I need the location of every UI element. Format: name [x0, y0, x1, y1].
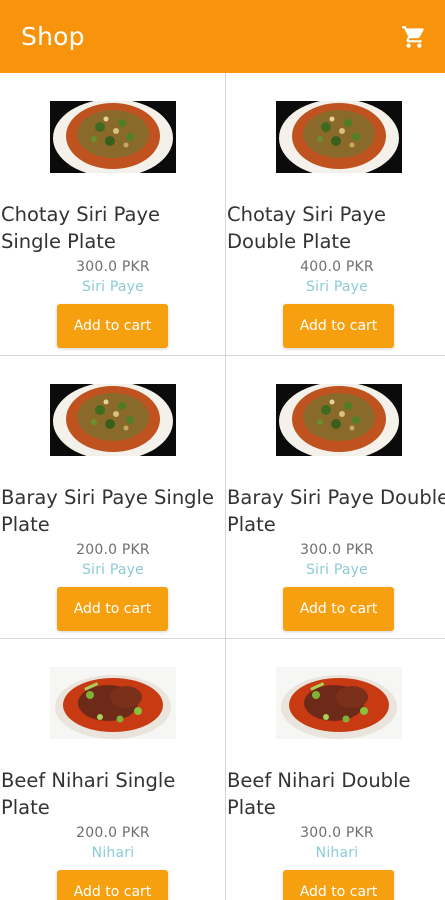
product-category[interactable]: Nihari — [0, 845, 225, 861]
product-card[interactable]: Beef Nihari Double Plate 300.0 PKR Nihar… — [226, 639, 445, 900]
add-to-cart-button[interactable]: Add to cart — [283, 870, 394, 900]
add-to-cart-button[interactable]: Add to cart — [57, 870, 168, 900]
product-price: 200.0 PKR — [76, 542, 150, 558]
product-category[interactable]: Nihari — [226, 845, 445, 861]
product-card[interactable]: Baray Siri Paye Single Plate 200.0 PKR S… — [0, 356, 226, 639]
product-name[interactable]: Beef Nihari Single Plate — [1, 767, 223, 821]
add-to-cart-button[interactable]: Add to cart — [283, 304, 394, 348]
product-image — [276, 384, 402, 456]
product-image — [50, 384, 176, 456]
product-image — [276, 101, 402, 173]
app-bar: Shop — [0, 0, 445, 73]
product-card[interactable]: Beef Nihari Single Plate 200.0 PKR Nihar… — [0, 639, 226, 900]
add-to-cart-button[interactable]: Add to cart — [283, 587, 394, 631]
product-price: 200.0 PKR — [76, 825, 150, 841]
product-card[interactable]: Chotay Siri Paye Single Plate 300.0 PKR … — [0, 73, 226, 356]
product-name[interactable]: Chotay Siri Paye Single Plate — [1, 201, 223, 255]
product-name[interactable]: Baray Siri Paye Double Plate — [227, 484, 445, 538]
add-to-cart-button[interactable]: Add to cart — [57, 587, 168, 631]
product-category[interactable]: Siri Paye — [226, 279, 445, 295]
product-card[interactable]: Chotay Siri Paye Double Plate 400.0 PKR … — [226, 73, 445, 356]
add-to-cart-button[interactable]: Add to cart — [57, 304, 168, 348]
product-name[interactable]: Chotay Siri Paye Double Plate — [227, 201, 445, 255]
product-image — [50, 101, 176, 173]
product-name[interactable]: Beef Nihari Double Plate — [227, 767, 445, 821]
product-category[interactable]: Siri Paye — [0, 279, 225, 295]
product-card[interactable]: Baray Siri Paye Double Plate 300.0 PKR S… — [226, 356, 445, 639]
product-price: 300.0 PKR — [76, 259, 150, 275]
product-price: 300.0 PKR — [300, 825, 374, 841]
product-price: 300.0 PKR — [300, 542, 374, 558]
product-name[interactable]: Baray Siri Paye Single Plate — [1, 484, 223, 538]
product-image — [276, 667, 402, 739]
product-category[interactable]: Siri Paye — [0, 562, 225, 578]
page-title: Shop — [21, 22, 85, 51]
product-image — [50, 667, 176, 739]
product-price: 400.0 PKR — [300, 259, 374, 275]
shopping-cart-icon[interactable] — [399, 22, 429, 52]
product-grid: Chotay Siri Paye Single Plate 300.0 PKR … — [0, 73, 445, 900]
product-category[interactable]: Siri Paye — [226, 562, 445, 578]
